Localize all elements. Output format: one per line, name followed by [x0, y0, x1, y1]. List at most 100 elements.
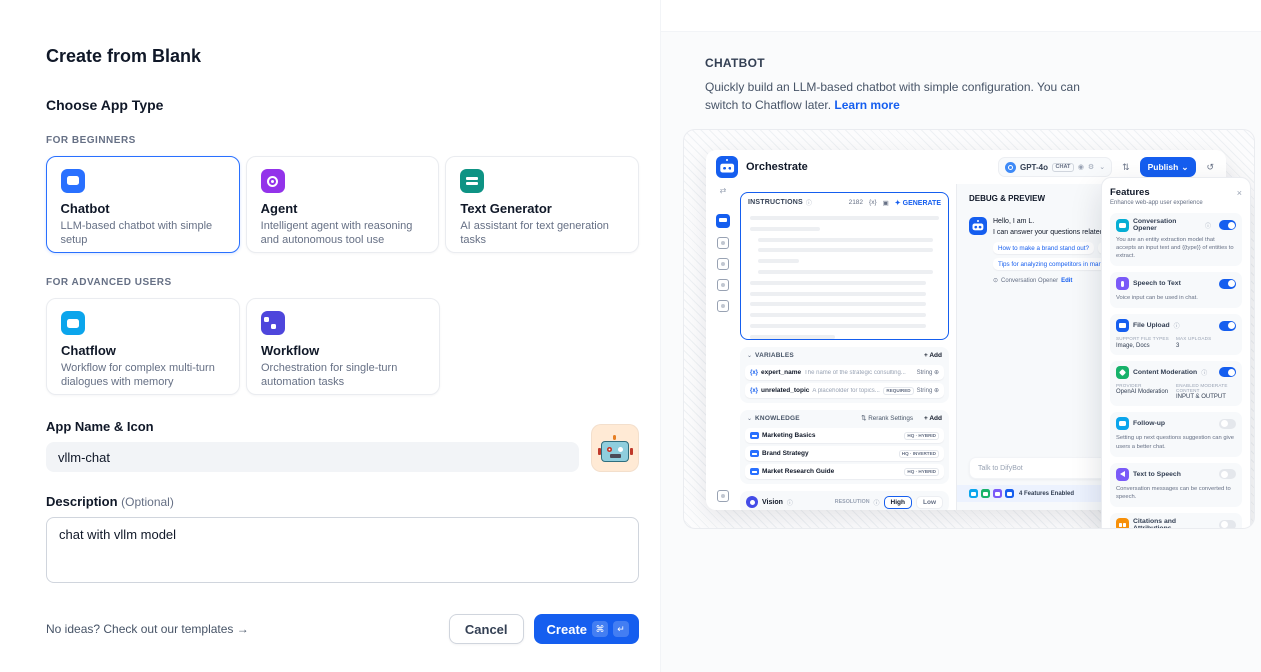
edit-link: Edit	[1061, 278, 1072, 284]
create-form-panel: Create from Blank Choose App Type FOR BE…	[0, 0, 661, 672]
char-count: 2182	[849, 199, 863, 206]
knowledge-row: Marketing Basics HQ · HYBRID	[745, 428, 944, 443]
instructions-card: INSTRUCTIONS ⓘ 2182 {x} ▣ ✦ GENERATE	[740, 192, 949, 340]
knowledge-row: Brand Strategy HQ · INVERTED	[745, 446, 944, 461]
create-button[interactable]: Create ⌘ ↵	[534, 614, 639, 644]
feature-toggle	[1219, 367, 1236, 377]
history-icon: ↺	[1206, 162, 1214, 173]
copy-icon: ▣	[883, 199, 889, 207]
app-name-label: App Name & Icon	[46, 419, 579, 434]
publish-button: Publish⌄	[1140, 157, 1197, 177]
opener-icon: ⊙	[993, 277, 998, 284]
file-upload-icon	[1116, 319, 1129, 332]
info-icon: ⓘ	[1205, 221, 1211, 230]
preview-description: Quickly build an LLM-based chatbot with …	[705, 78, 1100, 114]
dataset-icon	[750, 468, 759, 475]
dify-bot-icon	[716, 156, 738, 178]
speech-feature-icon	[993, 489, 1002, 498]
learn-more-link[interactable]: Learn more	[834, 98, 899, 112]
vision-icon	[746, 496, 758, 508]
citations-icon	[1116, 518, 1129, 529]
vision-card: Vision ⓘ RESOLUTION ⓘ High Low	[740, 491, 949, 510]
info-icon: ⓘ	[806, 198, 812, 207]
enter-key-icon: ↵	[613, 621, 629, 637]
app-type-card-agent[interactable]: Agent Intelligent agent with reasoning a…	[246, 156, 440, 253]
robot-emoji-icon	[601, 441, 629, 462]
app-icon-picker[interactable]	[591, 424, 639, 472]
variable-icon: {x}	[750, 388, 758, 394]
variable-icon: {x}	[869, 199, 877, 206]
resolution-label: RESOLUTION	[835, 499, 870, 505]
resolution-low: Low	[916, 496, 943, 509]
app-type-card-chatbot[interactable]: Chatbot LLM-based chatbot with simple se…	[46, 156, 240, 253]
orchestrate-title: Orchestrate	[746, 161, 808, 173]
info-icon: ⓘ	[874, 498, 880, 507]
generate-button: ✦ GENERATE	[895, 199, 941, 207]
dataset-icon	[750, 432, 759, 439]
description-block: Description (Optional) chat with vllm mo…	[46, 494, 639, 588]
suggested-question: Tips for analyzing competitors in market	[993, 258, 1114, 270]
feature-citations: Citations and Attributions Show source d…	[1110, 513, 1242, 529]
chevron-down-icon: ⌄	[1099, 163, 1105, 171]
app-type-card-chatflow[interactable]: Chatflow Workflow for complex multi-turn…	[46, 298, 240, 395]
variable-icon: {x}	[750, 370, 758, 376]
upload-feature-icon	[1005, 489, 1014, 498]
preview-panel: CHATBOT Quickly build an LLM-based chatb…	[661, 0, 1261, 672]
preview-title: CHATBOT	[705, 56, 1217, 70]
bot-avatar	[969, 217, 987, 235]
close-icon: ×	[1237, 188, 1242, 198]
info-icon: ⓘ	[787, 498, 793, 507]
config-column: INSTRUCTIONS ⓘ 2182 {x} ▣ ✦ GENERATE	[740, 184, 956, 510]
app-name-input[interactable]	[46, 442, 579, 472]
agent-icon	[261, 169, 285, 193]
feature-text-to-speech: Text to Speech Conversation messages can…	[1110, 463, 1242, 507]
app-type-card-workflow[interactable]: Workflow Orchestration for single-turn a…	[246, 298, 440, 395]
speech-to-text-icon	[1116, 277, 1129, 290]
sidebar-monitor-icon	[717, 300, 729, 312]
beginner-cards: Chatbot LLM-based chatbot with simple se…	[46, 156, 639, 253]
variable-row: {x} expert_name The name of the strategi…	[745, 365, 944, 380]
cancel-button[interactable]: Cancel	[449, 614, 524, 644]
chatbot-preview-image: Orchestrate GPT-4o CHAT ◉ ⚙ ⌄ ⇅ Publish⌄…	[683, 129, 1255, 529]
section-label-advanced: FOR ADVANCED USERS	[46, 277, 639, 288]
create-app-dialog: Create from Blank Choose App Type FOR BE…	[0, 0, 1261, 672]
instructions-title: INSTRUCTIONS	[748, 199, 803, 206]
variable-row: {x} unrelated_topic A placeholder for to…	[745, 383, 944, 398]
templates-link[interactable]: No ideas? Check out our templates →	[46, 622, 249, 636]
feature-content-moderation: Content Moderation ⓘ PROVIDEROpenAI Mode…	[1110, 361, 1242, 407]
knowledge-title: KNOWLEDGE	[755, 415, 800, 422]
chat-feature-icon	[969, 489, 978, 498]
feature-toggle	[1219, 279, 1236, 289]
feature-toggle	[1219, 321, 1236, 331]
knowledge-row: Market Research Guide HQ · HYBRID	[745, 464, 944, 479]
resolution-high: High	[884, 496, 912, 509]
features-title: Features	[1110, 187, 1150, 198]
top-strip	[661, 0, 1261, 32]
sidebar-bottom-icon	[717, 490, 729, 502]
app-type-card-text-generator[interactable]: Text Generator AI assistant for text gen…	[445, 156, 639, 253]
window-sidebar: ⇄	[706, 184, 740, 510]
collapse-icon: ⌄	[747, 415, 752, 422]
text-generator-icon	[460, 169, 484, 193]
advanced-cards: Chatflow Workflow for complex multi-turn…	[46, 298, 639, 395]
model-settings-icons: ◉ ⚙	[1078, 163, 1095, 171]
rerank-settings: ⇅ Rerank Settings	[861, 415, 913, 422]
feature-speech-to-text: Speech to Text Voice input can be used i…	[1110, 272, 1242, 308]
suggested-question: How to make a brand stand out?	[993, 242, 1094, 254]
required-badge: REQUIRED	[883, 387, 913, 395]
model-name: GPT-4o	[1020, 163, 1048, 172]
follow-up-icon	[1116, 417, 1129, 430]
vision-label: Vision	[762, 499, 783, 506]
conversation-opener-icon	[1116, 219, 1129, 232]
sidebar-notes-icon	[717, 279, 729, 291]
model-type-badge: CHAT	[1052, 163, 1074, 172]
description-textarea[interactable]: chat with vllm model	[46, 517, 639, 583]
app-type-summary: CHATBOT Quickly build an LLM-based chatb…	[661, 32, 1261, 114]
index-badge: HQ · HYBRID	[904, 468, 939, 476]
feature-follow-up: Follow-up Setting up next questions sugg…	[1110, 412, 1242, 456]
knowledge-card: ⌄ KNOWLEDGE ⇅ Rerank Settings + Add Mark…	[740, 410, 949, 484]
chatflow-icon	[61, 311, 85, 335]
app-name-row: App Name & Icon	[46, 419, 639, 472]
info-icon: ⓘ	[1201, 368, 1207, 377]
page-title: Create from Blank	[46, 46, 639, 67]
